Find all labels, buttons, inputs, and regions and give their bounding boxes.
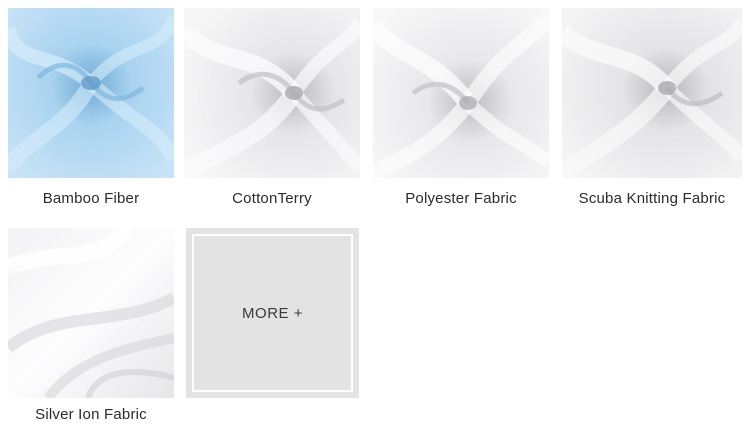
fabric-card-polyester-fabric[interactable]: Polyester Fabric xyxy=(373,8,549,213)
fabric-label[interactable]: Polyester Fabric xyxy=(363,190,559,207)
fabric-swirl-graphic xyxy=(8,8,174,178)
fabric-image-scuba-knitting-fabric[interactable] xyxy=(562,8,742,178)
fabric-card-cottonterry[interactable]: CottonTerry xyxy=(184,8,360,213)
more-frame: MORE + xyxy=(192,234,353,392)
fabric-card-silver-ion-fabric[interactable]: Silver Ion Fabric xyxy=(8,228,174,428)
fabric-card-scuba-knitting-fabric[interactable]: Scuba Knitting Fabric xyxy=(562,8,742,213)
fabric-label[interactable]: Silver Ion Fabric xyxy=(0,406,184,423)
more-label: MORE + xyxy=(242,304,303,322)
fabric-label[interactable]: Scuba Knitting Fabric xyxy=(552,190,750,207)
fabric-swirl-graphic xyxy=(373,8,549,178)
more-button[interactable]: MORE + xyxy=(186,228,359,398)
fabric-image-polyester-fabric[interactable] xyxy=(373,8,549,178)
fabric-swirl-graphic xyxy=(8,228,174,398)
fabric-label[interactable]: CottonTerry xyxy=(174,190,370,207)
fabric-card-bamboo-fiber[interactable]: Bamboo Fiber xyxy=(8,8,174,213)
fabric-swirl-graphic xyxy=(184,8,360,178)
fabric-image-silver-ion-fabric[interactable] xyxy=(8,228,174,398)
fabric-image-cottonterry[interactable] xyxy=(184,8,360,178)
fabric-image-bamboo-fiber[interactable] xyxy=(8,8,174,178)
fabric-swirl-graphic xyxy=(562,8,742,178)
fabric-label[interactable]: Bamboo Fiber xyxy=(0,190,184,207)
